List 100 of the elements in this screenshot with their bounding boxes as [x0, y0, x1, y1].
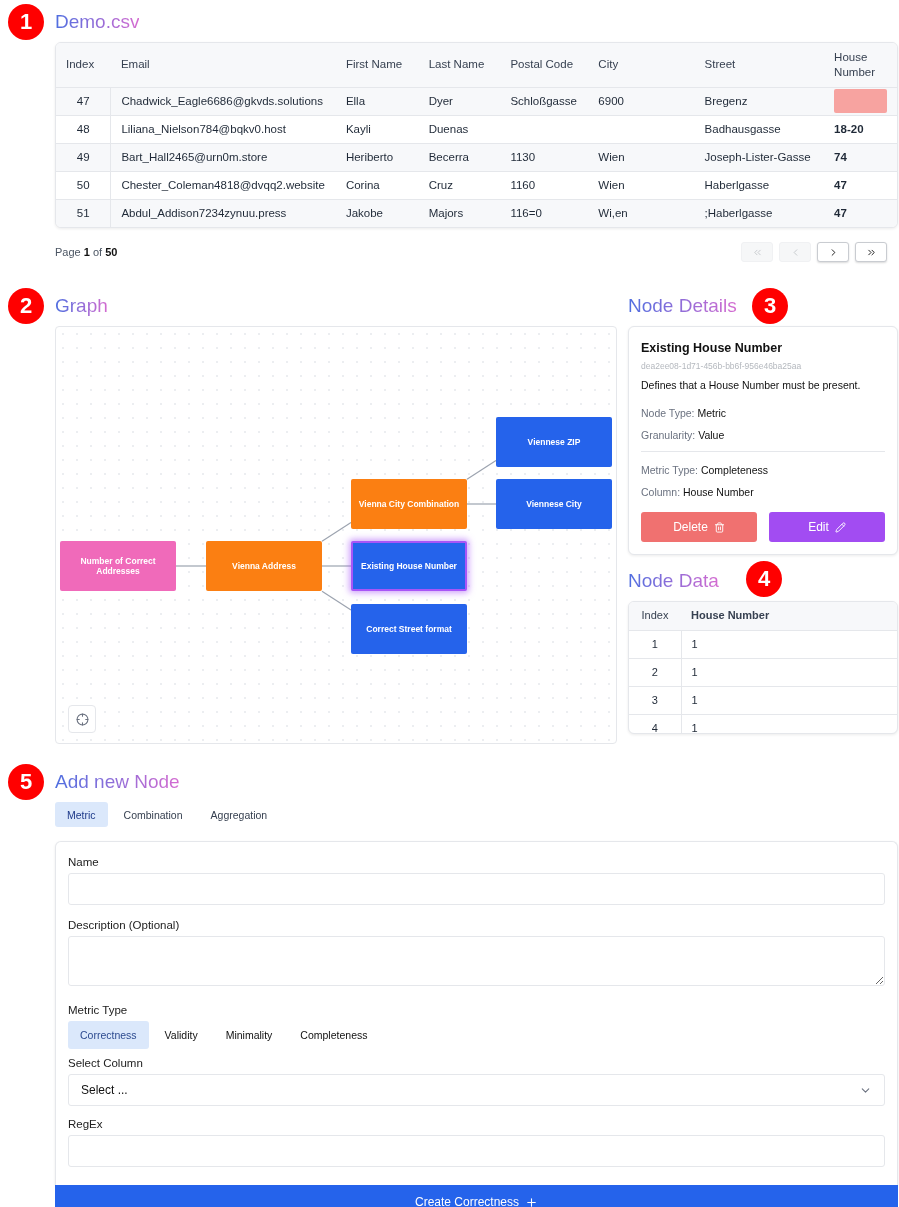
- field-value: Completeness: [700, 464, 769, 476]
- column-select[interactable]: Select ...: [68, 1074, 885, 1106]
- column-header: House Number: [824, 43, 897, 87]
- graph-node[interactable]: Number of Correct Addresses: [60, 541, 176, 591]
- table-cell: Becerra: [418, 143, 501, 171]
- table-cell: 2: [629, 658, 681, 686]
- table-cell: Ella: [335, 87, 419, 115]
- description-textarea[interactable]: [68, 936, 885, 986]
- table-cell: Haberlgasse: [694, 171, 825, 199]
- regex-input[interactable]: [68, 1135, 885, 1167]
- table-cell: 18-20: [824, 115, 897, 143]
- edge-line: [321, 590, 352, 611]
- edit-button[interactable]: Edit: [769, 512, 885, 542]
- table-cell: Joseph-Lister-Gasse: [694, 143, 825, 171]
- table-cell: Jakobe: [335, 199, 419, 227]
- graph-node[interactable]: Viennese ZIP: [496, 417, 612, 467]
- column-header: Last Name: [418, 43, 501, 87]
- column-header: Postal Code: [500, 43, 589, 87]
- node-name: Existing House Number: [641, 341, 783, 355]
- column-header: City: [588, 43, 695, 87]
- column-header: Index: [56, 43, 111, 87]
- number-badge: 4: [746, 561, 782, 597]
- pencil-icon: [834, 521, 846, 533]
- table-cell: 6900: [588, 87, 695, 115]
- field-label: Granularity:: [641, 429, 696, 441]
- column-header: Street: [694, 43, 825, 87]
- table-cell: 47: [824, 199, 897, 227]
- metric-type-option[interactable]: Completeness: [288, 1021, 380, 1049]
- table-cell: 49: [56, 143, 111, 171]
- table-cell: Bart_Hall2465@urn0m.store: [110, 143, 336, 171]
- table-cell: 1: [681, 630, 897, 658]
- edge-line: [466, 503, 497, 505]
- column-header: House Number: [681, 602, 897, 630]
- recenter-button[interactable]: [68, 705, 96, 733]
- table-cell: Cruz: [418, 171, 501, 199]
- field-label: Description (Optional): [68, 919, 181, 931]
- table-cell: Heriberto: [335, 143, 419, 171]
- edge-line: [466, 460, 497, 480]
- missing-value-highlight: [834, 89, 887, 113]
- field-label: Select Column: [68, 1057, 144, 1069]
- graph-node[interactable]: Correct Street format: [351, 604, 467, 654]
- table-cell: 1: [681, 658, 897, 686]
- number-badge: 1: [8, 4, 44, 40]
- last-page-button[interactable]: [855, 242, 887, 262]
- node-description: Defines that a House Number must be present.: [641, 379, 862, 391]
- table-cell: 1160: [500, 171, 589, 199]
- table-cell: Majors: [418, 199, 501, 227]
- table-cell: Bregenz: [694, 87, 825, 115]
- table-cell: Badhausgasse: [694, 115, 825, 143]
- table-cell: Wien: [588, 143, 695, 171]
- table-cell: Chester_Coleman4818@dvqq2.website: [110, 171, 336, 199]
- table-cell: 47: [56, 87, 111, 115]
- column-header: Email: [110, 43, 336, 87]
- plus-icon: [525, 1195, 538, 1207]
- table-cell: Schloßgasse: [500, 87, 589, 115]
- table-cell: Abdul_Addison7234zynuu.press: [110, 199, 336, 227]
- table-cell: 1: [681, 714, 897, 733]
- number-badge: 5: [8, 764, 44, 800]
- metric-type-option[interactable]: Validity: [152, 1021, 210, 1049]
- field-label: Column:: [641, 486, 681, 498]
- table-cell: 3: [629, 686, 681, 714]
- table-cell: 1: [681, 686, 897, 714]
- create-button[interactable]: Create Correctness: [55, 1185, 898, 1207]
- tab[interactable]: Aggregation: [198, 802, 280, 827]
- table-cell: 4: [629, 714, 681, 733]
- table-cell: Liliana_Nielson784@bqkv0.host: [110, 115, 336, 143]
- trash-icon: [713, 521, 725, 533]
- field-label: Metric Type:: [641, 464, 698, 476]
- tab[interactable]: Metric: [55, 802, 108, 827]
- metric-type-option[interactable]: Minimality: [213, 1021, 285, 1049]
- field-label: Name: [68, 856, 100, 868]
- node-id: dea2ee08-1d71-456b-bb6f-956e46ba25aa: [641, 361, 803, 371]
- table-cell: 116=0: [500, 199, 589, 227]
- metric-type-option[interactable]: Correctness: [68, 1021, 149, 1049]
- table-cell: Wi,en: [588, 199, 695, 227]
- table-cell: Kayli: [335, 115, 419, 143]
- name-input[interactable]: [68, 873, 885, 905]
- edge-line: [321, 522, 352, 542]
- field-value: House Number: [683, 486, 754, 498]
- table-cell: 48: [56, 115, 111, 143]
- delete-button[interactable]: Delete: [641, 512, 757, 542]
- field-label: Node Type:: [641, 407, 695, 419]
- crosshair-icon: [75, 712, 89, 726]
- table-cell: 1130: [500, 143, 589, 171]
- graph-node[interactable]: Existing House Number: [351, 541, 467, 591]
- tab[interactable]: Combination: [111, 802, 195, 827]
- graph-node[interactable]: Viennese City: [496, 479, 612, 529]
- column-header: First Name: [335, 43, 419, 87]
- column-header: Index: [629, 602, 681, 630]
- table-cell: Duenas: [418, 115, 501, 143]
- table-cell: Wien: [588, 171, 695, 199]
- next-page-button[interactable]: [817, 242, 849, 262]
- field-value: Value: [698, 429, 725, 441]
- table-cell: Corina: [335, 171, 419, 199]
- field-label: RegEx: [68, 1118, 104, 1130]
- number-badge: 3: [752, 288, 788, 324]
- field-value: Metric: [697, 407, 727, 419]
- edge-line: [321, 565, 352, 567]
- table-cell: 47: [824, 171, 897, 199]
- table-cell: 74: [824, 143, 897, 171]
